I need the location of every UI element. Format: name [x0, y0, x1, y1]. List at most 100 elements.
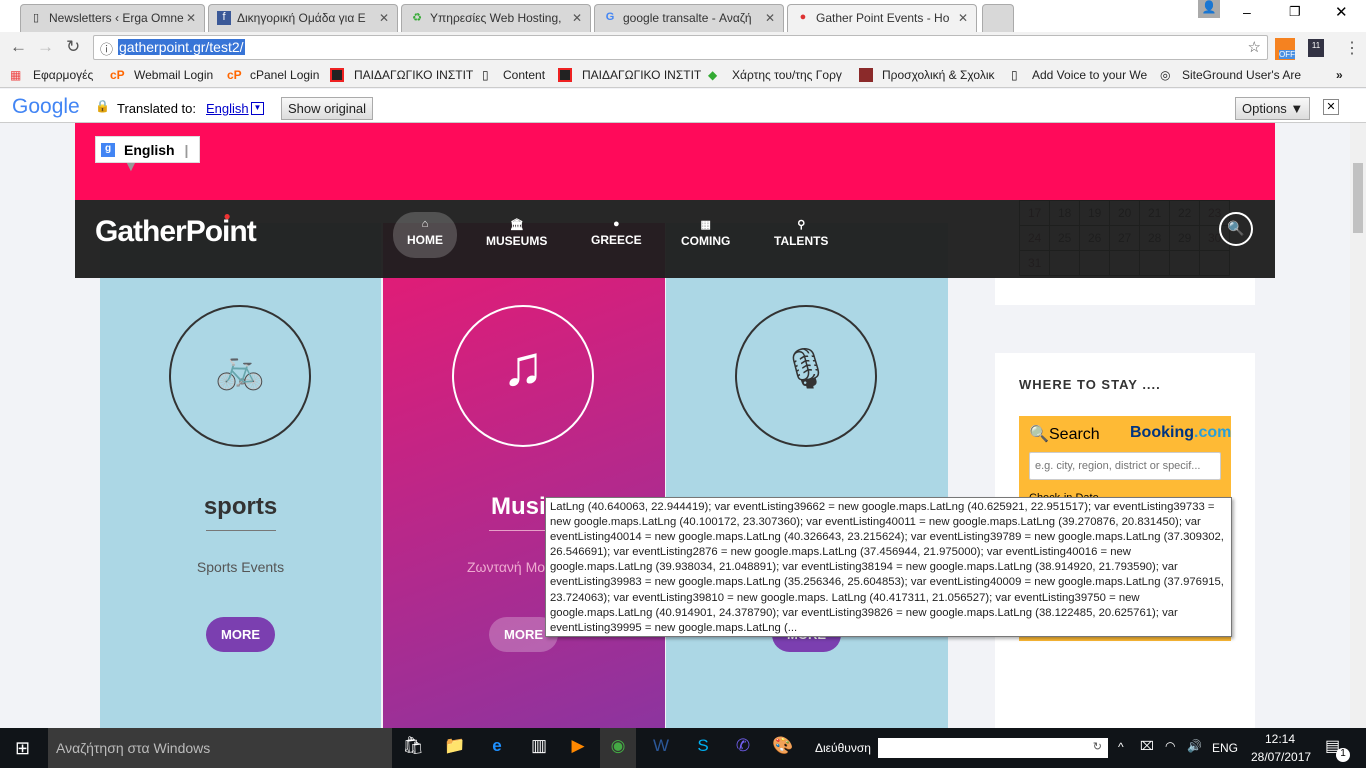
bookmark[interactable]: Εφαρμογές: [33, 68, 93, 82]
search-button[interactable]: 🔍: [1219, 212, 1253, 246]
close-tab-icon[interactable]: ✕: [186, 11, 196, 25]
bookmark[interactable]: Webmail Login: [134, 68, 213, 82]
google-icon: G: [605, 11, 615, 23]
search-icon: 🔍: [1029, 426, 1049, 443]
cpanel-icon: cP: [110, 68, 125, 82]
bookmark[interactable]: ΠΑΙΔΑΓΩΓΙΚΟ ΙΝΣΤΙΤ: [354, 68, 473, 82]
paint-icon[interactable]: 🎨: [770, 736, 796, 760]
bookmark[interactable]: cPanel Login: [250, 68, 319, 82]
siteground-icon: ◎: [1160, 68, 1171, 82]
address-toolbar-label: Διεύθυνση: [815, 741, 871, 755]
maps-icon: ◆: [708, 68, 718, 82]
options-button[interactable]: Options ▼: [1235, 97, 1311, 120]
close-tab-icon[interactable]: ✕: [572, 11, 582, 25]
address-toolbar-input[interactable]: ↻: [878, 738, 1108, 758]
site-logo[interactable]: GatherPoint ●: [95, 209, 257, 249]
microphone-icon: 🎙: [735, 305, 877, 447]
card-music: ♫ Musi Ζωντανή Μο MORE: [383, 223, 665, 728]
home-icon: ⌂: [421, 218, 429, 230]
chrome-icon[interactable]: ◉: [600, 728, 636, 768]
windows-search-box[interactable]: Αναζήτηση στα Windows: [48, 728, 392, 768]
info-icon[interactable]: ⓘ: [100, 39, 113, 58]
browser-tab[interactable]: ♻ Υπηρεσίες Web Hosting, ✕: [401, 4, 591, 32]
calendar-extension-icon[interactable]: 11: [1308, 39, 1324, 57]
media-player-icon[interactable]: ▶: [565, 736, 591, 760]
refresh-icon[interactable]: ↻: [1093, 740, 1102, 753]
new-tab-button[interactable]: [982, 4, 1014, 32]
map-pin-icon: ●: [799, 11, 807, 23]
show-hidden-icons[interactable]: ^: [1118, 740, 1124, 754]
wifi-icon[interactable]: ◠: [1165, 739, 1175, 753]
nav-talents[interactable]: ⚲ TALENTS: [760, 212, 842, 258]
forward-icon[interactable]: →: [37, 37, 54, 57]
clock-time[interactable]: 12:14: [1265, 732, 1295, 746]
browser-tab-active[interactable]: ● Gather Point Events - Ho ✕: [787, 4, 977, 32]
browser-tab[interactable]: Ggoogle transalte - Αναζή ✕: [594, 4, 784, 32]
page-icon: ▯: [32, 12, 40, 24]
menu-icon[interactable]: ⋮: [1344, 38, 1360, 58]
skype-icon[interactable]: S: [690, 736, 716, 760]
notification-count: 1: [1336, 748, 1350, 762]
show-original-button[interactable]: Show original: [281, 97, 374, 120]
web-page: g English | ▼ 17181920212223242526272829…: [0, 123, 1350, 728]
music-note-icon: ♫: [452, 305, 594, 447]
institute-icon: [330, 68, 344, 82]
cpanel-icon: cP: [227, 68, 242, 82]
language-selector[interactable]: g English | ▼: [95, 136, 200, 174]
clock-date[interactable]: 28/07/2017: [1251, 750, 1311, 764]
bookmark[interactable]: Προσχολική & Σχολικ: [882, 68, 995, 82]
file-explorer-icon[interactable]: 📁: [442, 736, 468, 760]
more-bookmarks-button[interactable]: »: [1336, 68, 1343, 82]
viber-icon[interactable]: ✆: [730, 736, 756, 760]
museum-icon: 🏛: [509, 219, 524, 231]
bookmark[interactable]: SiteGround User's Are: [1182, 68, 1301, 82]
address-bar[interactable]: ⓘ ☆: [93, 35, 1268, 60]
globe-icon: ●: [613, 218, 620, 230]
windows-start-icon[interactable]: ⊞: [15, 738, 30, 759]
store-icon[interactable]: 🛍: [400, 736, 426, 760]
language-dropdown-icon[interactable]: ▼: [251, 102, 264, 115]
minimize-button[interactable]: –: [1243, 4, 1251, 20]
destination-input[interactable]: [1029, 452, 1221, 480]
word-icon[interactable]: W: [648, 736, 674, 760]
bookmark[interactable]: Add Voice to your We: [1032, 68, 1147, 82]
card-subtitle: Sports Events: [196, 559, 285, 575]
close-window-button[interactable]: ✕: [1335, 3, 1348, 21]
nav-museums[interactable]: 🏛 MUSEUMS: [472, 212, 561, 258]
browser-tab[interactable]: ▯ Newsletters ‹ Erga Omne ✕: [20, 4, 205, 32]
google-translate-icon: g: [101, 143, 115, 157]
nav-greece[interactable]: ● GREECE: [577, 212, 656, 258]
close-translate-button[interactable]: ✕: [1323, 99, 1339, 115]
bookmark-star-icon[interactable]: ☆: [1248, 38, 1261, 56]
extension-icon[interactable]: OFF: [1275, 38, 1295, 60]
translated-to-label: Translated to:: [117, 101, 197, 116]
maximize-button[interactable]: ❐: [1289, 4, 1301, 20]
search-icon: 🔍: [1227, 220, 1245, 236]
profile-icon[interactable]: 👤: [1198, 0, 1220, 18]
calendar-icon: ▦: [700, 219, 711, 231]
close-tab-icon[interactable]: ✕: [379, 11, 389, 25]
browser-tab[interactable]: f Δικηγορική Ομάδα για Ε ✕: [208, 4, 398, 32]
booking-search-label: Search: [1049, 426, 1100, 443]
url-text[interactable]: gatherpoint.gr/test2/: [118, 39, 245, 55]
reload-icon[interactable]: ↻: [66, 37, 80, 57]
scrollbar[interactable]: [1350, 123, 1366, 728]
language-indicator[interactable]: ENG: [1212, 741, 1238, 755]
tooltip: LatLng (40.640063, 22.944419); var event…: [545, 497, 1232, 637]
close-tab-icon[interactable]: ✕: [765, 11, 775, 25]
recycle-icon: ♻: [412, 12, 422, 24]
edge-icon[interactable]: e: [484, 736, 510, 760]
bookmark[interactable]: Content: [503, 68, 545, 82]
bookmark[interactable]: ΠΑΙΔΑΓΩΓΙΚΟ ΙΝΣΤΙΤ: [582, 68, 701, 82]
back-icon[interactable]: ←: [10, 37, 27, 57]
close-tab-icon[interactable]: ✕: [958, 11, 968, 25]
network-icon[interactable]: ⌧: [1140, 739, 1154, 753]
volume-icon[interactable]: 🔊: [1187, 739, 1202, 753]
books-icon[interactable]: ▥: [526, 736, 552, 760]
bookmark[interactable]: Χάρτης του/της Γοργ: [732, 68, 842, 82]
more-button[interactable]: MORE: [206, 617, 275, 652]
nav-coming[interactable]: ▦ COMING: [667, 212, 744, 258]
scrollbar-thumb[interactable]: [1353, 163, 1363, 233]
nav-home[interactable]: ⌂ HOME: [393, 212, 457, 258]
language-link[interactable]: English: [206, 101, 249, 116]
